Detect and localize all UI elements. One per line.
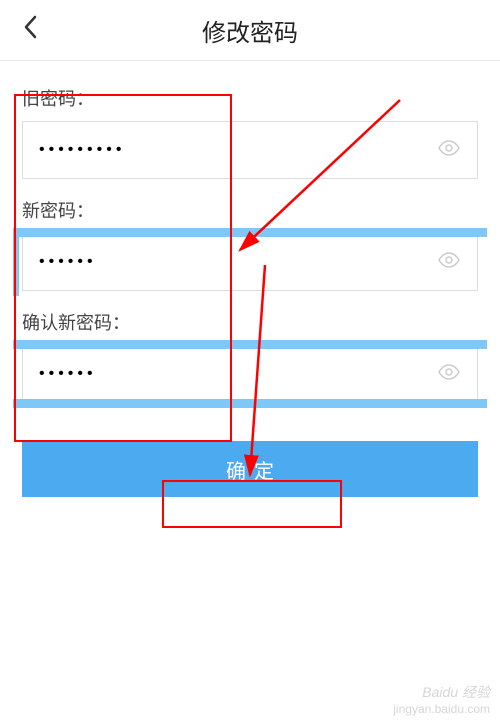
highlight [13, 399, 487, 408]
watermark: Baidu 经验 jingyan.baidu.com [393, 682, 490, 716]
page-title: 修改密码 [202, 13, 298, 48]
change-password-form: 旧密码： 新密码： 确认新密码： [0, 61, 500, 403]
header: 修改密码 [0, 0, 500, 60]
confirm-password-label: 确认新密码： [22, 309, 478, 335]
eye-icon[interactable] [437, 248, 461, 277]
back-icon[interactable] [16, 8, 44, 53]
eye-icon[interactable] [437, 136, 461, 165]
highlight [13, 228, 487, 237]
old-password-input-wrap[interactable] [22, 121, 478, 179]
field-confirm-password: 确认新密码： [22, 309, 478, 403]
watermark-url: jingyan.baidu.com [393, 702, 490, 716]
confirm-password-input-wrap[interactable] [22, 345, 478, 403]
highlight [13, 228, 19, 296]
old-password-label: 旧密码： [22, 85, 478, 111]
new-password-label: 新密码： [22, 197, 478, 223]
new-password-input-wrap[interactable] [22, 233, 478, 291]
eye-icon[interactable] [437, 360, 461, 389]
old-password-input[interactable] [39, 141, 437, 159]
watermark-brand: Baidu 经验 [393, 682, 490, 702]
highlight [13, 340, 487, 349]
confirm-button[interactable]: 确定 [22, 441, 478, 497]
field-old-password: 旧密码： [22, 85, 478, 179]
new-password-input[interactable] [39, 253, 437, 271]
field-new-password: 新密码： [22, 197, 478, 291]
confirm-password-input[interactable] [39, 365, 437, 383]
